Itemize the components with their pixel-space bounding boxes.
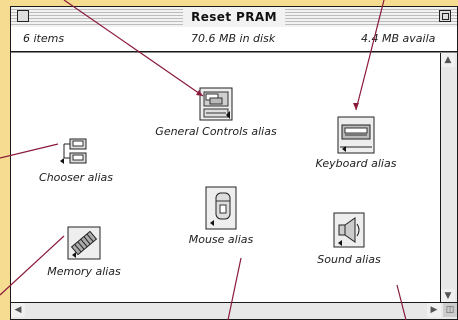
info-bar: 6 items 70.6 MB in disk 4.4 MB availa [11, 27, 457, 52]
close-box-icon[interactable] [17, 10, 29, 22]
icon-general-controls[interactable]: General Controls alias [141, 85, 291, 138]
icon-label: Chooser alias [39, 171, 113, 184]
keyboard-icon [337, 116, 375, 154]
icon-label: Memory alias [47, 265, 121, 278]
chooser-icon [60, 138, 87, 164]
available-space: 4.4 MB availa [361, 32, 436, 45]
horizontal-scrollbar[interactable]: ◀ ▶ ◫ [11, 302, 457, 319]
scroll-down-icon[interactable]: ▼ [441, 289, 455, 303]
icon-label: Keyboard alias [315, 157, 397, 170]
disk-usage: 70.6 MB in disk [191, 32, 276, 45]
icon-label: Mouse alias [188, 233, 254, 246]
icon-chooser[interactable]: Chooser alias [31, 135, 121, 184]
icon-label: General Controls alias [155, 125, 277, 138]
icon-keyboard[interactable]: Keyboard alias [301, 115, 411, 170]
zoom-box-icon[interactable] [439, 10, 451, 22]
scroll-right-icon[interactable]: ▶ [427, 303, 441, 317]
general-controls-icon [199, 87, 233, 121]
memory-icon [67, 226, 101, 260]
icon-memory[interactable]: Memory alias [39, 225, 129, 278]
icon-mouse[interactable]: Mouse alias [181, 185, 261, 246]
sound-icon [333, 212, 365, 248]
resize-box-icon[interactable]: ◫ [443, 303, 457, 317]
mouse-icon [205, 186, 237, 230]
item-count: 6 items [23, 32, 65, 45]
finder-window: Reset PRAM 6 items 70.6 MB in disk 4.4 M… [10, 6, 458, 320]
icon-label: Sound alias [317, 253, 381, 266]
window-title: Reset PRAM [183, 9, 285, 25]
title-bar[interactable]: Reset PRAM [11, 7, 457, 28]
scroll-up-icon[interactable]: ▲ [441, 53, 455, 67]
scroll-left-icon[interactable]: ◀ [11, 303, 25, 317]
icon-sound[interactable]: Sound alias [309, 211, 389, 266]
window-content: General Controls alias Chooser alias Key… [11, 53, 441, 303]
vertical-scrollbar[interactable]: ▲ ▼ [440, 53, 457, 303]
